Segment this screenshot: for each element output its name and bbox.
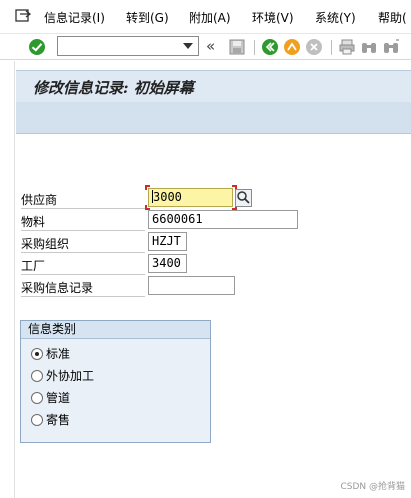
print-icon[interactable] xyxy=(338,38,356,56)
save-icon[interactable] xyxy=(228,38,246,56)
vendor-label: 供应商 xyxy=(21,192,145,209)
radio-label: 标准 xyxy=(46,347,71,361)
application-toolbar xyxy=(16,102,411,134)
left-margin xyxy=(0,61,15,498)
menu-logo-icon[interactable] xyxy=(15,8,31,24)
plant-label: 工厂 xyxy=(21,258,145,275)
info-record-field[interactable] xyxy=(148,276,235,295)
page-title: 修改信息记录: 初始屏幕 xyxy=(33,79,194,97)
dropdown-arrow-icon[interactable] xyxy=(183,43,193,49)
toolbar-separator xyxy=(254,40,255,55)
info-record-label: 采购信息记录 xyxy=(21,280,145,297)
menu-item-environment[interactable]: 环境(V) xyxy=(252,9,294,26)
material-label: 物料 xyxy=(21,214,145,231)
toolbar-separator xyxy=(331,40,332,55)
purch-org-label: 采购组织 xyxy=(21,236,145,253)
enter-check-icon[interactable] xyxy=(28,38,46,56)
focus-corner xyxy=(145,185,150,190)
plant-field[interactable]: 3400 xyxy=(148,254,187,273)
command-field[interactable] xyxy=(57,36,199,56)
vendor-field[interactable]: 3000 xyxy=(148,188,233,207)
radio-button[interactable] xyxy=(31,414,43,426)
radio-label: 寄售 xyxy=(46,413,71,427)
standard-toolbar: « xyxy=(0,34,411,60)
double-chevron-icon[interactable]: « xyxy=(206,37,215,55)
watermark: CSDN @抢背猫 xyxy=(340,482,405,492)
radio-button-checked[interactable] xyxy=(31,348,43,360)
info-category-group: 信息类别 标准 外协加工 管道 寄售 xyxy=(20,320,211,443)
exit-icon[interactable] xyxy=(283,38,301,56)
radio-button[interactable] xyxy=(31,370,43,382)
info-category-title: 信息类别 xyxy=(21,321,210,339)
purch-org-field[interactable]: HZJT xyxy=(148,232,187,251)
back-icon[interactable] xyxy=(261,38,279,56)
cancel-icon[interactable] xyxy=(305,38,323,56)
menu-item-info-record[interactable]: 信息记录(I) xyxy=(44,9,105,26)
menu-item-system[interactable]: 系统(Y) xyxy=(315,9,356,26)
radio-label: 管道 xyxy=(46,391,71,405)
find-icon[interactable] xyxy=(360,38,378,56)
find-next-icon[interactable] xyxy=(382,38,400,56)
menu-item-goto[interactable]: 转到(G) xyxy=(126,9,169,26)
radio-label: 外协加工 xyxy=(46,369,95,383)
search-help-button[interactable] xyxy=(235,189,252,207)
radio-button[interactable] xyxy=(31,392,43,404)
title-bar: 修改信息记录: 初始屏幕 xyxy=(16,70,411,102)
search-icon xyxy=(237,191,250,204)
material-field[interactable]: 6600061 xyxy=(148,210,298,229)
menu-bar: 信息记录(I) 转到(G) 附加(A) 环境(V) 系统(Y) 帮助( xyxy=(0,0,411,34)
vendor-value: 3000 xyxy=(153,190,182,204)
menu-item-help[interactable]: 帮助( xyxy=(378,9,407,26)
menu-item-extras[interactable]: 附加(A) xyxy=(189,9,231,26)
